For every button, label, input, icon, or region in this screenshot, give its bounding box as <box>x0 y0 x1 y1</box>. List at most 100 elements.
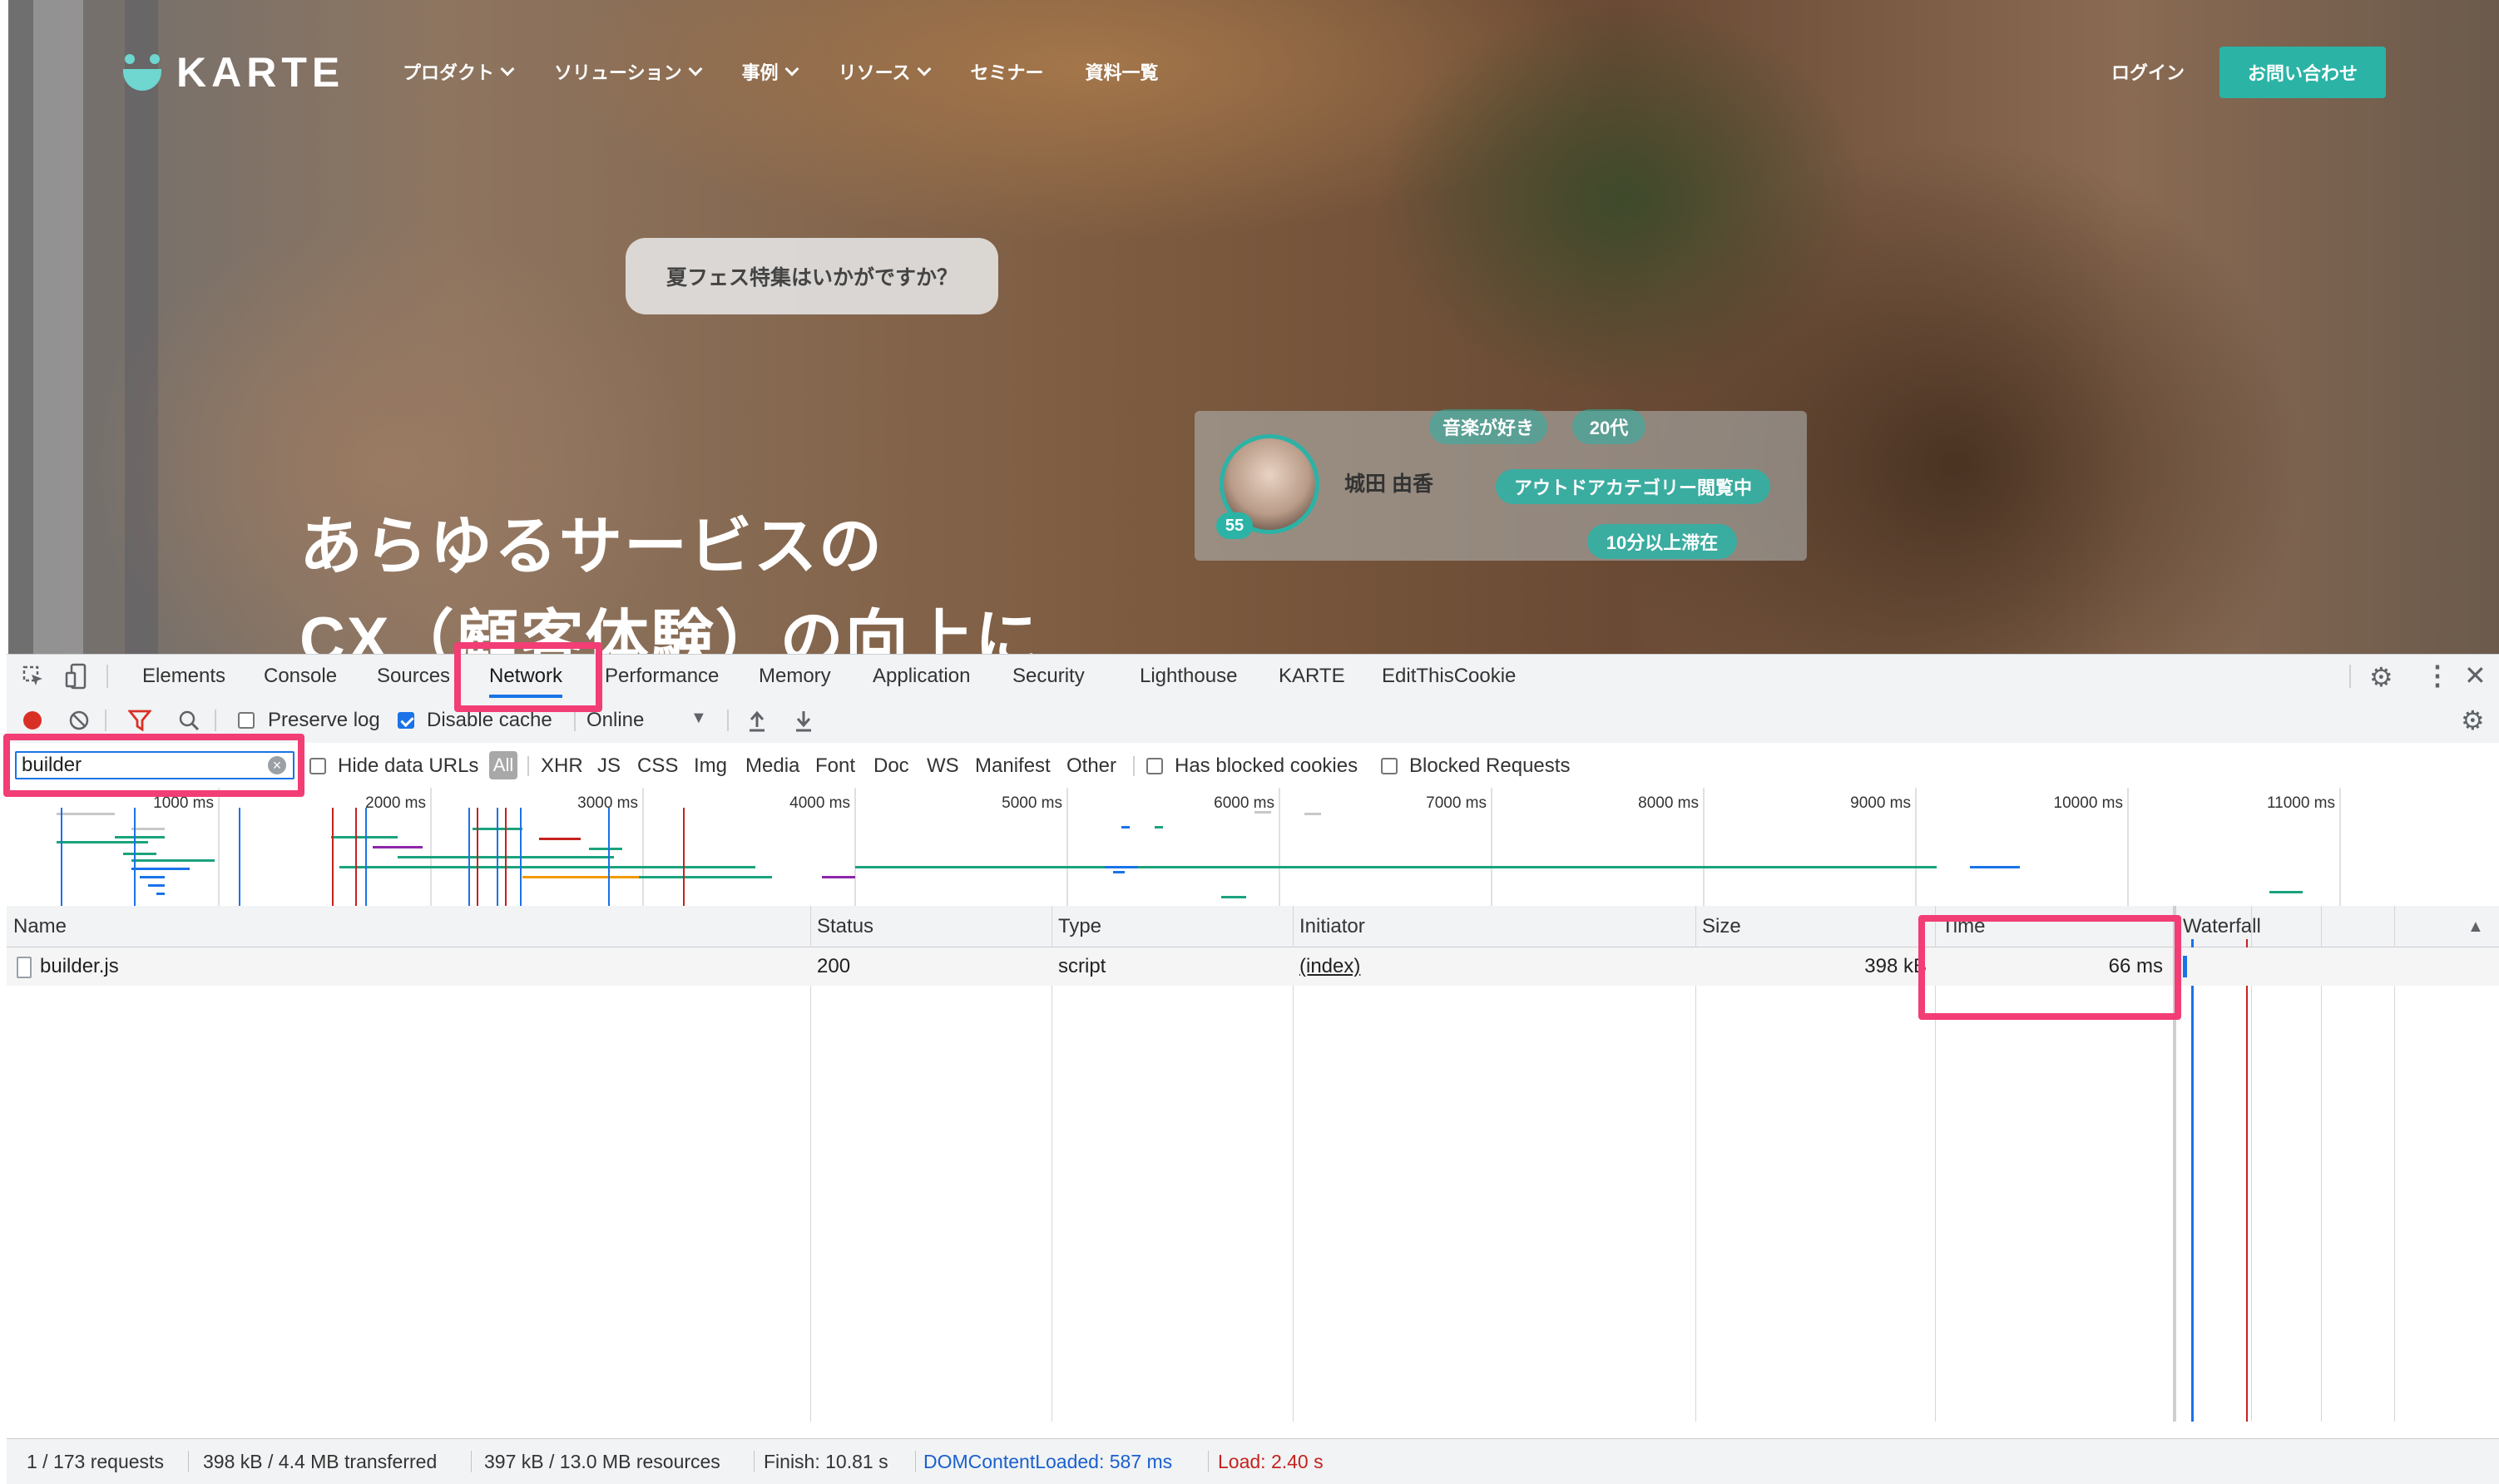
device-toolbar-icon[interactable] <box>65 663 88 690</box>
overview-request-bar <box>131 859 215 862</box>
nav-label: プロダクト <box>403 62 495 83</box>
clear-icon[interactable] <box>68 710 90 731</box>
request-name-cell: builder.js <box>7 947 810 986</box>
dom-content-loaded-time: DOMContentLoaded: 587 ms <box>923 1451 1173 1472</box>
more-options-icon[interactable]: ⋮ <box>2424 660 2451 691</box>
inspect-element-icon[interactable] <box>22 665 45 688</box>
interest-tag: 音楽が好き <box>1429 409 1547 444</box>
disable-cache-checkbox[interactable] <box>398 712 414 729</box>
filter-type-img[interactable]: Img <box>694 754 727 778</box>
hide-data-urls-checkbox[interactable] <box>309 758 326 774</box>
background-curtain <box>125 0 158 654</box>
column-header-status[interactable]: Status <box>810 906 1052 947</box>
initiator-link[interactable]: (index) <box>1299 955 1360 977</box>
settings-gear-icon[interactable]: ⚙ <box>2369 661 2393 693</box>
close-icon[interactable]: ✕ <box>2464 660 2487 691</box>
blocked-requests-label: Blocked Requests <box>1409 754 1571 777</box>
filter-type-font[interactable]: Font <box>815 754 855 778</box>
preserve-log-checkbox[interactable] <box>238 712 255 729</box>
headline-line: CX（顧客体験）の向上に <box>299 605 1040 654</box>
login-link[interactable]: ログイン <box>2111 58 2185 85</box>
tab-editthiscookie[interactable]: EditThisCookie <box>1382 655 1516 698</box>
nav-label: 事例 <box>741 62 779 83</box>
network-toolbar: Preserve log Disable cache Online ▼ ⚙ <box>7 698 2499 744</box>
network-overview-timeline[interactable]: 1000 ms 2000 ms 3000 ms 4000 ms 5000 ms 6000 … <box>7 788 2499 907</box>
filter-type-manifest[interactable]: Manifest <box>975 754 1051 778</box>
stay-tag: 10分以上滞在 <box>1587 524 1737 559</box>
overview-request-bar <box>123 853 156 855</box>
overview-request-bar <box>1121 826 1130 829</box>
tab-memory[interactable]: Memory <box>759 655 831 698</box>
overview-request-bar <box>140 876 165 878</box>
request-type-cell: script <box>1052 947 1293 986</box>
search-icon[interactable] <box>178 710 200 731</box>
filter-type-media[interactable]: Media <box>745 754 799 778</box>
file-icon <box>17 956 32 978</box>
preserve-log-label: Preserve log <box>268 709 380 731</box>
finish-time: Finish: 10.81 s <box>764 1451 888 1472</box>
filter-type-doc[interactable]: Doc <box>873 754 909 778</box>
separator <box>215 710 216 731</box>
separator <box>2349 665 2351 688</box>
column-header-initiator[interactable]: Initiator <box>1293 906 1695 947</box>
separator <box>727 710 729 731</box>
separator <box>106 665 108 688</box>
overview-request-bar <box>1221 896 1246 898</box>
nav-item-product[interactable]: プロダクト <box>403 58 515 85</box>
filter-type-css[interactable]: CSS <box>637 754 678 778</box>
filter-type-all[interactable]: All <box>489 751 517 779</box>
network-settings-gear-icon[interactable]: ⚙ <box>2461 705 2485 736</box>
overview-tick-label: 7000 ms <box>1426 794 1487 812</box>
tab-console[interactable]: Console <box>264 655 337 698</box>
logo-text: KARTE <box>176 49 345 96</box>
tab-lighthouse[interactable]: Lighthouse <box>1140 655 1237 698</box>
karte-logo[interactable]: KARTE <box>121 48 344 96</box>
column-header-type[interactable]: Type <box>1052 906 1293 947</box>
load-time: Load: 2.40 s <box>1218 1451 1324 1472</box>
request-initiator-cell: (index) <box>1293 947 1695 986</box>
highlight-filter-input <box>3 734 304 797</box>
tab-application[interactable]: Application <box>873 655 970 698</box>
throttling-select[interactable]: Online <box>586 709 644 732</box>
filter-type-js[interactable]: JS <box>597 754 621 778</box>
headline-line: あらゆるサービスの <box>299 512 883 582</box>
record-icon[interactable] <box>23 711 42 730</box>
hero-headline: あらゆるサービスの CX（顧客体験）の向上に <box>299 501 1040 654</box>
nav-item-seminar[interactable]: セミナー <box>971 58 1044 85</box>
filter-icon[interactable] <box>128 710 151 731</box>
import-har-icon[interactable] <box>747 709 767 732</box>
overview-tick-label: 1000 ms <box>153 794 214 812</box>
browsing-tag: アウトドアカテゴリー閲覧中 <box>1496 469 1770 504</box>
nav-item-documents[interactable]: 資料一覧 <box>1086 58 1159 85</box>
overview-request-bar <box>131 868 190 870</box>
nav-item-resources[interactable]: リソース <box>839 58 931 85</box>
tab-elements[interactable]: Elements <box>142 655 225 698</box>
filter-type-other[interactable]: Other <box>1066 754 1116 778</box>
column-header-waterfall[interactable]: Waterfall <box>2173 906 2499 947</box>
score-badge: 55 <box>1216 512 1253 539</box>
overview-request-bar <box>115 836 165 838</box>
separator <box>1133 756 1135 776</box>
request-size-cell: 398 kB <box>1695 947 1935 986</box>
filter-type-xhr[interactable]: XHR <box>541 754 583 778</box>
column-header-size[interactable]: Size <box>1695 906 1935 947</box>
nav-item-cases[interactable]: 事例 <box>741 58 799 85</box>
devtools-tabs-bar: Elements Console Sources Network Perform… <box>7 655 2499 699</box>
column-header-name[interactable]: Name <box>7 906 810 947</box>
has-blocked-cookies-label: Has blocked cookies <box>1175 754 1358 777</box>
devtools-panel: Elements Console Sources Network Perform… <box>7 654 2499 1484</box>
nav-item-solution[interactable]: ソリューション <box>554 58 703 85</box>
request-waterfall-cell <box>2176 947 2499 986</box>
chevron-down-icon <box>917 62 931 77</box>
filter-type-ws[interactable]: WS <box>927 754 959 778</box>
tab-sources[interactable]: Sources <box>377 655 450 698</box>
has-blocked-cookies-checkbox[interactable] <box>1146 758 1163 774</box>
export-har-icon[interactable] <box>794 709 814 732</box>
tab-performance[interactable]: Performance <box>605 655 719 698</box>
contact-button[interactable]: お問い合わせ <box>2219 47 2386 98</box>
tab-karte[interactable]: KARTE <box>1279 655 1345 698</box>
separator <box>915 1451 916 1472</box>
resources-size: 397 kB / 13.0 MB resources <box>484 1451 720 1472</box>
tab-security[interactable]: Security <box>1012 655 1085 698</box>
blocked-requests-checkbox[interactable] <box>1381 758 1398 774</box>
